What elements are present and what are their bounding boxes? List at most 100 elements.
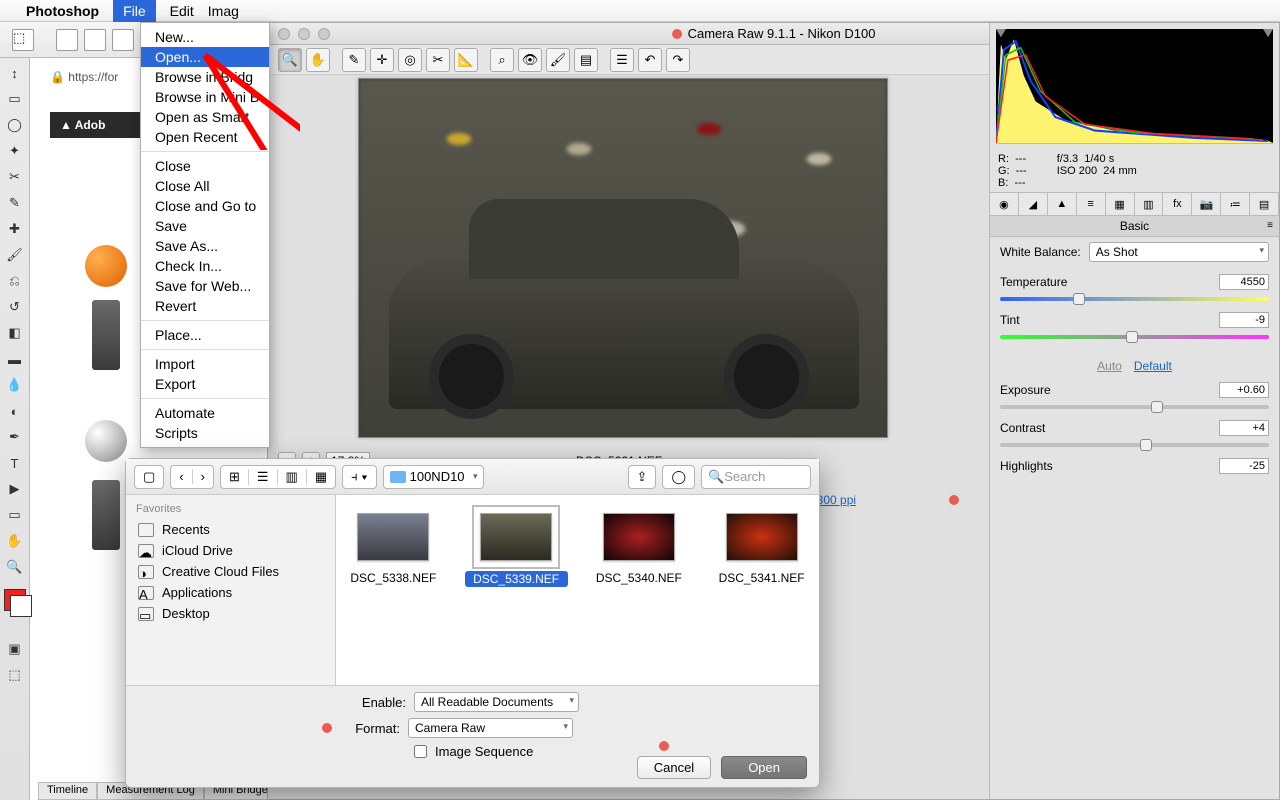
menu-new[interactable]: New...	[141, 27, 269, 47]
wb-tool-icon[interactable]: ✎	[342, 48, 366, 72]
minimize-icon[interactable]	[298, 28, 310, 40]
target-adjust-icon[interactable]: ◎	[398, 48, 422, 72]
tint-value[interactable]: -9	[1219, 312, 1269, 328]
wand-tool-icon[interactable]: ✦	[3, 140, 27, 162]
finder-cancel-button[interactable]: Cancel	[637, 756, 711, 779]
menu-open[interactable]: Open...	[141, 47, 269, 67]
sidebar-icloud[interactable]: ☁iCloud Drive	[136, 540, 325, 561]
folder-select[interactable]: 100ND10	[383, 465, 484, 489]
sidebar-ccfiles[interactable]: ◑Creative Cloud Files	[136, 561, 325, 582]
menu-close-all[interactable]: Close All	[141, 176, 269, 196]
search-input[interactable]: 🔍 Search	[701, 465, 811, 489]
contrast-value[interactable]: +4	[1219, 420, 1269, 436]
opt-icon[interactable]	[84, 29, 106, 51]
rotate-cw-icon[interactable]: ↷	[666, 48, 690, 72]
tab-basic-icon[interactable]: ◉	[990, 193, 1019, 215]
zoom-tool-icon[interactable]: 🔍	[278, 48, 302, 72]
list-icon[interactable]: ☰	[610, 48, 634, 72]
tab-camera-icon[interactable]: 📷	[1192, 193, 1221, 215]
file-item[interactable]: DSC_5338.NEF	[342, 513, 445, 667]
tab-fx-icon[interactable]: fx	[1163, 193, 1192, 215]
gradient-tool-icon[interactable]: ▬	[3, 348, 27, 370]
color-sampler-icon[interactable]: ✛	[370, 48, 394, 72]
screenmode-icon[interactable]: ⬚	[3, 664, 27, 686]
file-item[interactable]: DSC_5340.NEF	[588, 513, 691, 667]
heal-tool-icon[interactable]: ✚	[3, 218, 27, 240]
menu-close-goto[interactable]: Close and Go to	[141, 196, 269, 216]
eyedropper-tool-icon[interactable]: ✎	[3, 192, 27, 214]
marquee-icon[interactable]: ⬚	[12, 29, 34, 51]
menu-edit[interactable]: Edit	[170, 3, 194, 19]
pen-tool-icon[interactable]: ✒	[3, 426, 27, 448]
lasso-tool-icon[interactable]: ◯	[3, 114, 27, 136]
sidebar-apps[interactable]: AApplications	[136, 582, 325, 603]
view-mode[interactable]: ⊞☰▥▦	[220, 465, 336, 489]
app-name[interactable]: Photoshop	[26, 3, 99, 19]
menu-revert[interactable]: Revert	[141, 296, 269, 316]
highlights-value[interactable]: -25	[1219, 458, 1269, 474]
brush-tool-icon[interactable]: 🖌	[3, 244, 27, 266]
blur-tool-icon[interactable]: 💧	[3, 374, 27, 396]
zoom-icon[interactable]	[318, 28, 330, 40]
panel-menu-icon[interactable]: ≡	[1267, 220, 1273, 231]
arrange-icon[interactable]: ⫞ ▾	[342, 465, 376, 489]
finder-open-button[interactable]: Open	[721, 756, 807, 779]
menu-export[interactable]: Export	[141, 374, 269, 394]
opt-icon[interactable]	[112, 29, 134, 51]
tags-icon[interactable]: ◯	[662, 465, 695, 489]
tab-presets-icon[interactable]: ≔	[1221, 193, 1250, 215]
menu-image[interactable]: Imag	[208, 3, 239, 19]
temp-slider[interactable]	[1000, 292, 1269, 306]
auto-link[interactable]: Auto	[1097, 359, 1122, 373]
menu-open-smart[interactable]: Open as Smart	[141, 107, 269, 127]
tab-curve-icon[interactable]: ◢	[1019, 193, 1048, 215]
redeye-tool-icon[interactable]: 👁	[518, 48, 542, 72]
crop-tool-icon[interactable]: ✂	[3, 166, 27, 188]
straighten-tool-icon[interactable]: 📐	[454, 48, 478, 72]
menu-save[interactable]: Save	[141, 216, 269, 236]
format-select[interactable]: Camera Raw	[408, 718, 573, 738]
hand-tool-icon[interactable]: ✋	[3, 530, 27, 552]
opt-icon[interactable]	[56, 29, 78, 51]
enable-select[interactable]: All Readable Documents	[414, 692, 579, 712]
marquee-tool-icon[interactable]: ▭	[3, 88, 27, 110]
zoom-tool-icon[interactable]: 🔍	[3, 556, 27, 578]
spot-tool-icon[interactable]: ⌕	[490, 48, 514, 72]
tab-split-icon[interactable]: ▦	[1106, 193, 1135, 215]
imageseq-checkbox[interactable]	[414, 745, 427, 758]
grad-filter-icon[interactable]: ▤	[574, 48, 598, 72]
type-tool-icon[interactable]: T	[3, 452, 27, 474]
menu-save-as[interactable]: Save As...	[141, 236, 269, 256]
dodge-tool-icon[interactable]: ◐	[3, 400, 27, 422]
contrast-slider[interactable]	[1000, 438, 1269, 452]
path-tool-icon[interactable]: ▶	[3, 478, 27, 500]
temp-value[interactable]: 4550	[1219, 274, 1269, 290]
menu-close[interactable]: Close	[141, 156, 269, 176]
file-item[interactable]: DSC_5339.NEF	[465, 513, 568, 667]
default-link[interactable]: Default	[1134, 359, 1172, 373]
sidebar-toggle-icon[interactable]: ▢	[134, 465, 164, 489]
menu-open-recent[interactable]: Open Recent	[141, 127, 269, 147]
tab-snap-icon[interactable]: ▤	[1250, 193, 1279, 215]
menu-scripts[interactable]: Scripts	[141, 423, 269, 443]
close-icon[interactable]	[278, 28, 290, 40]
exposure-slider[interactable]	[1000, 400, 1269, 414]
exposure-value[interactable]: +0.60	[1219, 382, 1269, 398]
nav-back-forward[interactable]: ‹›	[170, 465, 214, 489]
adjust-brush-icon[interactable]: 🖌	[546, 48, 570, 72]
sidebar-desktop[interactable]: ▭Desktop	[136, 603, 325, 624]
menu-browse-bridge[interactable]: Browse in Bridg	[141, 67, 269, 87]
sidebar-recents[interactable]: Recents	[136, 519, 325, 540]
color-swatch[interactable]	[5, 590, 25, 610]
menu-automate[interactable]: Automate	[141, 403, 269, 423]
history-brush-icon[interactable]: ↺	[3, 296, 27, 318]
hand-tool-icon[interactable]: ✋	[306, 48, 330, 72]
menu-import[interactable]: Import	[141, 354, 269, 374]
share-icon[interactable]: ⇪	[628, 465, 657, 489]
stamp-tool-icon[interactable]: ⎌	[3, 270, 27, 292]
tab-hsl-icon[interactable]: ≡	[1077, 193, 1106, 215]
tint-slider[interactable]	[1000, 330, 1269, 344]
menu-file[interactable]: File	[113, 0, 156, 22]
tab-detail-icon[interactable]: ▲	[1048, 193, 1077, 215]
menu-place[interactable]: Place...	[141, 325, 269, 345]
